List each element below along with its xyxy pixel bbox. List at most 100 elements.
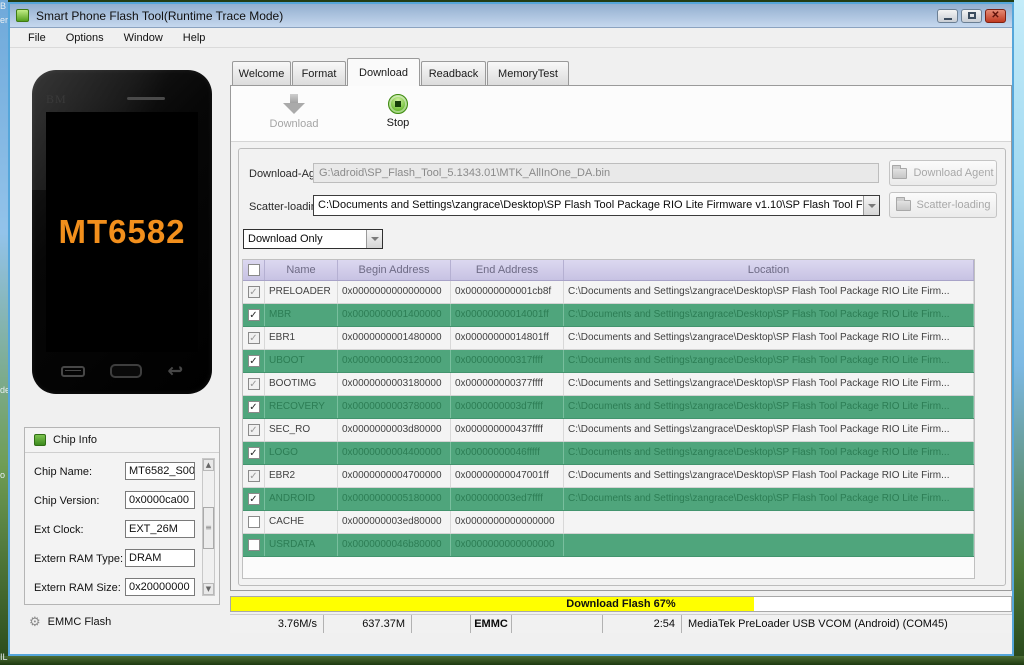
desktop-wallpaper-right	[1014, 0, 1024, 665]
cell-location	[564, 511, 974, 533]
table-row[interactable]: ✓ LOGO 0x0000000004400000 0x00000000046ffff…	[243, 442, 974, 465]
menu-options[interactable]: Options	[56, 32, 114, 44]
table-row[interactable]: ✓ UBOOT 0x0000000003120000 0x000000000317ff…	[243, 350, 974, 373]
stop-button[interactable]: Stop	[371, 93, 425, 129]
phone-menu-icon	[60, 365, 85, 377]
row-checkbox[interactable]: ✓	[243, 327, 265, 349]
menu-help[interactable]: Help	[173, 32, 216, 44]
close-icon: ✕	[991, 9, 1000, 21]
header-location[interactable]: Location	[564, 260, 974, 280]
table-row[interactable]: CACHE 0x000000003ed80000 0x000000000000000…	[243, 511, 974, 534]
maximize-button[interactable]	[961, 8, 982, 23]
status-speed: 3.76M/s	[230, 615, 324, 633]
menu-file[interactable]: File	[18, 32, 56, 44]
toolbar: Download Stop	[231, 86, 1011, 142]
row-checkbox[interactable]: ✓	[243, 465, 265, 487]
row-checkbox[interactable]: ✓	[243, 488, 265, 510]
menu-bar: File Options Window Help	[10, 28, 1012, 48]
cell-location: C:\Documents and Settings\zangrace\Deskt…	[564, 488, 974, 510]
chevron-down-icon[interactable]	[863, 196, 879, 215]
row-checkbox[interactable]: ✓	[243, 304, 265, 326]
tab-memorytest[interactable]: MemoryTest	[487, 61, 569, 85]
cell-name: BOOTIMG	[265, 373, 338, 395]
status-flash-type: EMMC	[471, 615, 512, 633]
status-empty-cell	[512, 615, 603, 633]
chip-info-scrollbar[interactable]: ▲ ≡ ▼	[202, 458, 215, 596]
chip-field-value[interactable]: 0x0000ca00	[125, 491, 195, 509]
download-form: Download-Agent G:\adroid\SP_Flash_Tool_5…	[238, 148, 1006, 586]
tab-download[interactable]: Download	[347, 58, 420, 86]
row-checkbox[interactable]	[243, 534, 265, 556]
chip-info-title: Chip Info	[53, 434, 98, 446]
download-agent-button[interactable]: Download Agent	[889, 160, 997, 186]
title-bar[interactable]: Smart Phone Flash Tool(Runtime Trace Mod…	[10, 4, 1012, 28]
cell-begin-address: 0x0000000000000000	[338, 281, 451, 303]
download-mode-combo[interactable]: Download Only	[243, 229, 383, 249]
cell-begin-address: 0x0000000003d80000	[338, 419, 451, 441]
select-all-checkbox[interactable]	[247, 264, 260, 276]
table-row[interactable]: USRDATA 0x0000000046b80000 0x0000000000000…	[243, 534, 974, 557]
table-row[interactable]: ✓ BOOTIMG 0x0000000003180000 0x000000000377…	[243, 373, 974, 396]
chip-field-value[interactable]: 0x20000000	[125, 578, 195, 596]
header-begin-address[interactable]: Begin Address	[338, 260, 451, 280]
table-row[interactable]: ✓ EBR1 0x0000000001480000 0x00000000014801f…	[243, 327, 974, 350]
cell-end-address: 0x00000000046fffff	[451, 442, 564, 464]
chip-field-value[interactable]: MT6582_S00	[125, 462, 195, 480]
cell-location: C:\Documents and Settings\zangrace\Deskt…	[564, 396, 974, 418]
tab-label: MemoryTest	[498, 67, 558, 80]
row-checkbox[interactable]: ✓	[243, 396, 265, 418]
scatter-loading-button[interactable]: Scatter-loading	[889, 192, 997, 218]
checkbox-icon	[247, 516, 260, 528]
desktop-icon-text: o	[0, 470, 6, 480]
phone-speaker	[127, 97, 165, 100]
tab-label: Format	[301, 67, 337, 80]
minimize-button[interactable]	[937, 8, 958, 23]
stop-button-label: Stop	[386, 117, 410, 129]
table-row[interactable]: ✓ SEC_RO 0x0000000003d80000 0x000000000437f…	[243, 419, 974, 442]
row-checkbox[interactable]	[243, 511, 265, 533]
scatter-file-combo[interactable]: C:\Documents and Settings\zangrace\Deskt…	[313, 195, 880, 216]
checkbox-icon: ✓	[247, 309, 260, 321]
close-button[interactable]: ✕	[985, 8, 1006, 23]
chip-info-header: Chip Info	[25, 428, 219, 453]
status-bar: 3.76M/s 637.37M EMMC 2:54 MediaTek PreLo…	[230, 614, 1012, 633]
partition-table: Name Begin Address End Address Location …	[242, 259, 975, 579]
tab-welcome[interactable]: Welcome	[232, 61, 291, 85]
tab-format[interactable]: Format	[292, 61, 346, 85]
desktop-icon-text: er	[0, 15, 8, 25]
table-row[interactable]: ✓ RECOVERY 0x0000000003780000 0x0000000003d…	[243, 396, 974, 419]
download-agent-field[interactable]: G:\adroid\SP_Flash_Tool_5.1343.01\MTK_Al…	[313, 163, 879, 183]
menu-window[interactable]: Window	[114, 32, 173, 44]
chip-info-field-row: Extern RAM Type: DRAM	[25, 545, 219, 574]
chip-field-value[interactable]: EXT_26M	[125, 520, 195, 538]
table-row[interactable]: ✓ EBR2 0x0000000004700000 0x00000000047001f…	[243, 465, 974, 488]
table-row[interactable]: ✓ PRELOADER 0x0000000000000000 0x0000000000…	[243, 281, 974, 304]
cell-name: USRDATA	[265, 534, 338, 556]
row-checkbox[interactable]: ✓	[243, 419, 265, 441]
header-end-address[interactable]: End Address	[451, 260, 564, 280]
header-checkbox-cell[interactable]	[243, 260, 265, 280]
chevron-down-icon[interactable]	[366, 230, 382, 248]
row-checkbox[interactable]: ✓	[243, 442, 265, 464]
row-checkbox[interactable]: ✓	[243, 350, 265, 372]
window-title: Smart Phone Flash Tool(Runtime Trace Mod…	[36, 8, 284, 23]
scroll-down-icon[interactable]: ▼	[203, 583, 214, 595]
app-icon	[16, 9, 29, 22]
chip-info-panel: Chip Info Chip Name: MT6582_S00 Chip Versi…	[24, 427, 220, 605]
cell-name: ANDROID	[265, 488, 338, 510]
header-name[interactable]: Name	[265, 260, 338, 280]
download-button[interactable]: Download	[259, 93, 329, 130]
scroll-up-icon[interactable]: ▲	[203, 459, 214, 471]
row-checkbox[interactable]: ✓	[243, 373, 265, 395]
cell-name: MBR	[265, 304, 338, 326]
cell-end-address: 0x00000000014001ff	[451, 304, 564, 326]
row-checkbox[interactable]: ✓	[243, 281, 265, 303]
table-row[interactable]: ✓ MBR 0x0000000001400000 0x00000000014001ff…	[243, 304, 974, 327]
scroll-thumb[interactable]: ≡	[203, 507, 214, 549]
table-row[interactable]: ✓ ANDROID 0x0000000005180000 0x000000003ed7…	[243, 488, 974, 511]
cell-begin-address: 0x0000000001480000	[338, 327, 451, 349]
cell-begin-address: 0x0000000003120000	[338, 350, 451, 372]
chip-field-value[interactable]: DRAM	[125, 549, 195, 567]
download-agent-button-label: Download Agent	[913, 167, 994, 179]
tab-readback[interactable]: Readback	[421, 61, 486, 85]
